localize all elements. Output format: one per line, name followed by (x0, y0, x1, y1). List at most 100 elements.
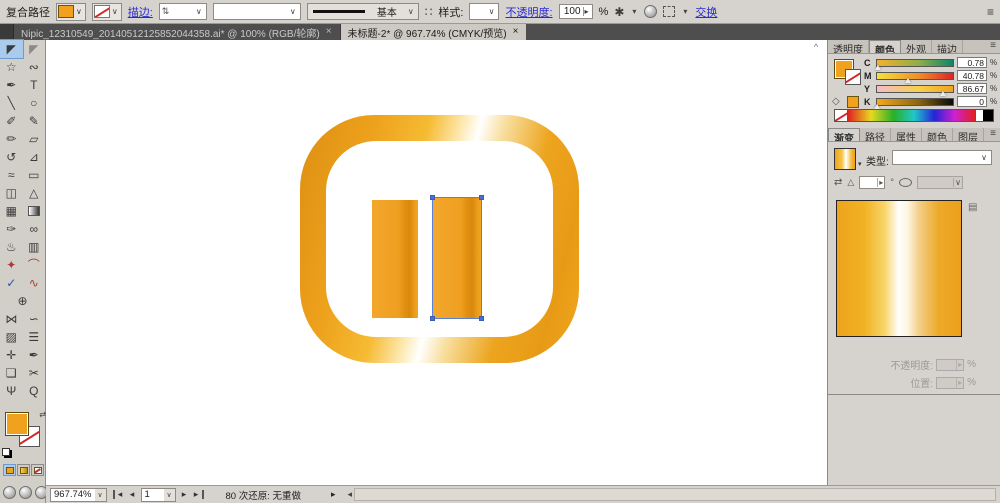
hue-spectrum[interactable] (848, 110, 975, 121)
crystallize-tool[interactable]: ▨ (0, 328, 23, 346)
gradient-angle-input[interactable]: ▸ (859, 175, 886, 189)
symbol-sprayer-tool[interactable]: ♨ (0, 238, 23, 256)
none-swatch[interactable] (835, 110, 848, 121)
path-smooth-tool[interactable]: ✓ (0, 274, 23, 292)
tab-pathfinder[interactable]: 路径 (860, 128, 891, 141)
document-setup-icon[interactable] (644, 5, 658, 18)
wave-tool[interactable]: ∿ (23, 274, 46, 292)
chevron-down-icon[interactable]: ▾ (681, 7, 689, 16)
gradient-tool[interactable] (23, 202, 46, 220)
style-select[interactable]: ∨ (469, 3, 500, 20)
arrow-right-icon[interactable]: ▸ (877, 177, 884, 187)
tab-document-2[interactable]: 未标题-2* @ 967.74% (CMYK/预览) × (340, 24, 527, 40)
slice-tool[interactable]: ✂ (23, 364, 46, 382)
rotate-tool[interactable]: ↺ (0, 148, 23, 166)
variable-width-profile-select[interactable]: ∨ (212, 3, 301, 20)
status-expand-arrow-icon[interactable]: ▸ (331, 489, 336, 500)
wrinkle-tool[interactable]: ∽ (23, 310, 46, 328)
swap-link[interactable]: 交换 (695, 4, 717, 20)
selection-handle[interactable] (479, 316, 484, 321)
color-stroke-swatch[interactable] (845, 69, 861, 85)
perspective-selection-tool[interactable]: ⊕ (0, 292, 45, 310)
selection-handle[interactable] (430, 316, 435, 321)
recolor-artwork-icon[interactable]: ✱ (614, 6, 624, 18)
gradient-swatch[interactable] (834, 148, 856, 170)
slider-thumb[interactable] (874, 64, 881, 70)
closest-web-color-swatch[interactable] (847, 96, 859, 108)
channel-value-input[interactable]: 0 (957, 96, 987, 107)
close-icon[interactable]: × (512, 27, 520, 37)
paint-color-button[interactable] (3, 464, 16, 476)
draw-normal-button[interactable] (3, 486, 16, 499)
fill-swatch[interactable] (5, 412, 29, 436)
eyedropper-tool[interactable]: ✑ (0, 220, 23, 238)
warp-tool[interactable]: ⋈ (0, 310, 23, 328)
column-graph-tool[interactable]: ▥ (23, 238, 46, 256)
last-artboard-button[interactable]: ▸ (191, 489, 204, 499)
arrow-right-icon[interactable]: ▸ (582, 7, 590, 16)
tab-document-1[interactable]: Nipic_12310549_20140512125852044358.ai* … (14, 24, 341, 40)
mesh-tool[interactable]: ▦ (0, 202, 23, 220)
fill-color-picker[interactable]: ∨ (56, 2, 86, 21)
channel-slider-track[interactable] (876, 84, 954, 96)
pause-bar-right-selected[interactable] (430, 195, 484, 321)
zoom-level-select[interactable]: 967.74% ∨ (50, 487, 107, 502)
zoom-tool[interactable]: Q (23, 382, 46, 400)
next-artboard-button[interactable]: ▸ (178, 488, 191, 501)
shape-builder-tool[interactable]: ◫ (0, 184, 23, 202)
brush-definition-select[interactable]: 基本 ∨ (306, 3, 419, 20)
previous-artboard-button[interactable]: ◂ (126, 488, 139, 501)
slider-thumb[interactable] (874, 103, 880, 109)
tab-gradient[interactable]: 渐变 (828, 128, 860, 141)
pause-bar-left[interactable] (372, 200, 418, 318)
tab-layers[interactable]: 图层 (953, 128, 984, 141)
white-swatch[interactable] (975, 110, 983, 121)
symbol-shifter-tool[interactable]: ☰ (23, 328, 46, 346)
free-transform-tool[interactable]: ▭ (23, 166, 46, 184)
scale-tool[interactable]: ⊿ (23, 148, 46, 166)
draw-behind-button[interactable] (19, 486, 32, 499)
eraser-tool[interactable]: ▱ (23, 130, 46, 148)
live-paint-selection-tool[interactable]: ⌒ (23, 256, 46, 274)
align-boundbox-icon[interactable] (663, 6, 676, 17)
scrollbar-up-arrow[interactable]: ^ (808, 42, 824, 54)
stroke-link[interactable]: 描边: (128, 4, 153, 20)
black-swatch[interactable] (983, 110, 993, 121)
channel-value-input[interactable]: 86.67 (957, 83, 987, 94)
direct-selection-tool[interactable]: ◤ (23, 40, 46, 58)
stroke-color-picker[interactable]: ∨ (91, 2, 122, 21)
slider-thumb[interactable] (905, 77, 912, 83)
panel-menu-icon[interactable]: ≡ (986, 40, 1000, 53)
tab-color-guide[interactable]: 颜色 (922, 128, 953, 141)
tab-transparency[interactable]: 透明度 (828, 40, 869, 53)
calligraphy-pen-tool[interactable]: ✒ (23, 346, 46, 364)
panel-menu-icon[interactable]: ≡ (986, 128, 1000, 141)
selection-handle[interactable] (479, 195, 484, 200)
selection-handle[interactable] (430, 195, 435, 200)
control-panel-menu-icon[interactable]: ≡ (987, 6, 994, 18)
measure-tool[interactable]: ✛ (0, 346, 23, 364)
stroke-weight-select[interactable]: ⇅ ∨ (158, 3, 207, 20)
gradient-preview-square[interactable] (836, 200, 962, 337)
gradient-type-select[interactable]: ∨ (892, 150, 992, 165)
opacity-link[interactable]: 不透明度: (505, 4, 552, 20)
ellipse-tool[interactable]: ○ (23, 94, 46, 112)
horizontal-scrollbar-track[interactable] (354, 488, 996, 501)
hscroll-left-arrow-icon[interactable]: ◂ (348, 489, 353, 500)
swap-fill-stroke-icon[interactable]: ⇄ (39, 410, 46, 419)
close-icon[interactable]: × (325, 27, 333, 37)
chevron-down-icon[interactable]: ▾ (630, 7, 638, 16)
tab-color[interactable]: 颜色 (869, 40, 901, 53)
live-paint-bucket-tool[interactable]: ✦ (0, 256, 23, 274)
selection-tool[interactable]: ◤ (0, 39, 24, 59)
blend-tool[interactable]: ∞ (23, 220, 46, 238)
artboard-number-select[interactable]: 1 ∨ (140, 487, 176, 502)
type-tool[interactable]: T (23, 76, 46, 94)
tab-appearance[interactable]: 外观 (901, 40, 932, 53)
first-artboard-button[interactable]: ◂ (112, 489, 126, 499)
pencil-tool[interactable]: ✎ (23, 112, 46, 130)
reverse-gradient-icon[interactable]: ⇄ (834, 177, 842, 188)
paint-none-button[interactable] (31, 464, 44, 476)
color-spectrum-bar[interactable] (834, 109, 994, 122)
line-segment-tool[interactable]: ╲ (0, 94, 23, 112)
